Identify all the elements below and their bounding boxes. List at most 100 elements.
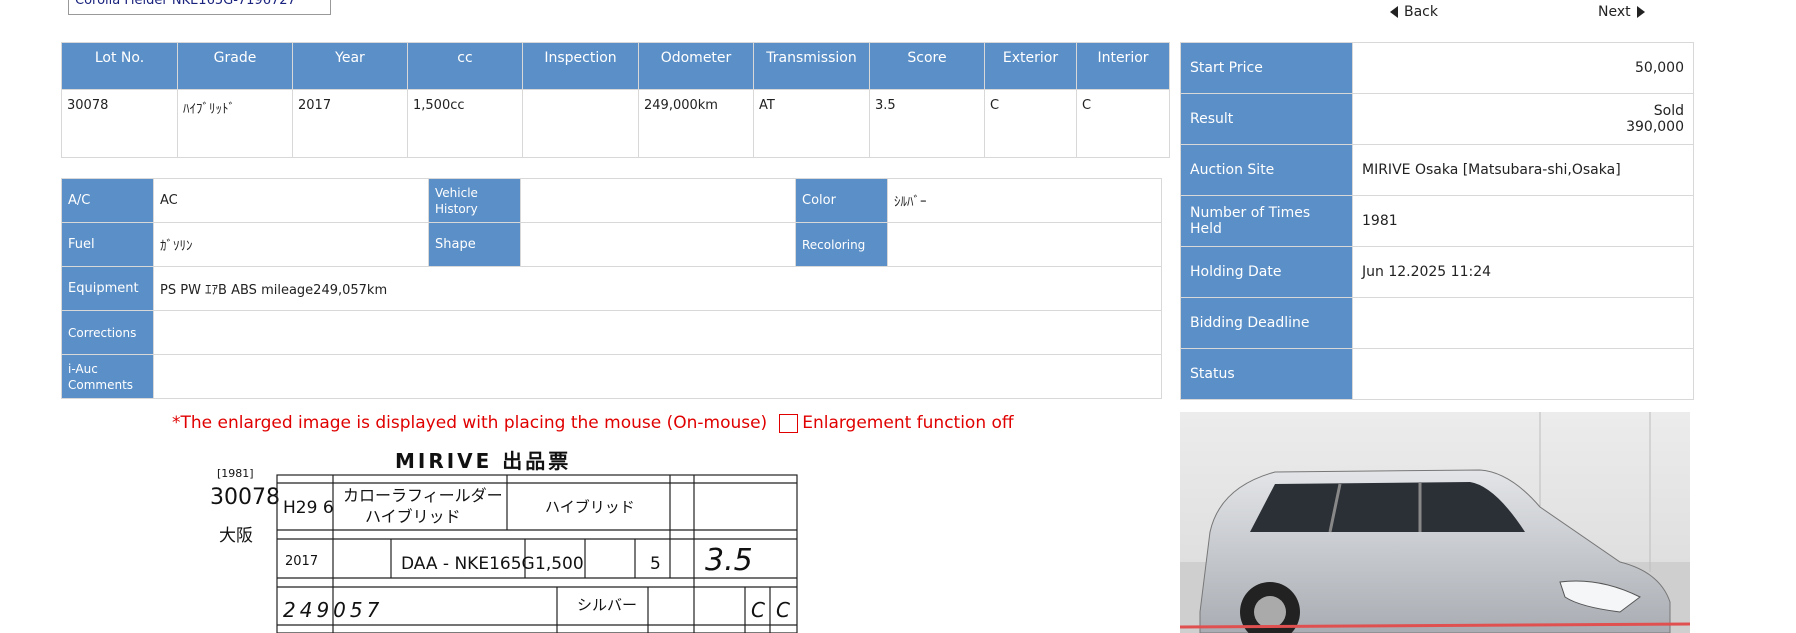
back-arrow-icon bbox=[1390, 6, 1398, 18]
color-value: ｼﾙﾊﾞｰ bbox=[887, 178, 1162, 223]
info-row: Bidding Deadline bbox=[1180, 297, 1694, 349]
result-label: Result bbox=[1180, 93, 1353, 145]
back-button[interactable]: Back bbox=[1390, 4, 1438, 20]
recoloring-value bbox=[887, 222, 1162, 267]
transmission-value: AT bbox=[753, 89, 870, 158]
info-row: Start Price 50,000 bbox=[1180, 42, 1694, 94]
sheet-header: MIRIVE 出品票 bbox=[395, 449, 571, 473]
cc-value: 1,500cc bbox=[407, 89, 523, 158]
year-value: 2017 bbox=[292, 89, 408, 158]
sheet-registration: H29 6 bbox=[283, 498, 334, 518]
corrections-label: Corrections bbox=[61, 310, 154, 355]
col-inspection: Inspection bbox=[522, 42, 639, 90]
score-value: 3.5 bbox=[869, 89, 985, 158]
spec-header-row: Lot No. Grade Year cc Inspection Odomete… bbox=[61, 42, 1170, 90]
auction-sheet-drawing: MIRIVE 出品票 [1981] 30078 大阪 H29 6 カローラフィー… bbox=[205, 445, 805, 633]
times-held-label: Number of Times Held bbox=[1180, 195, 1353, 247]
auction-sheet-image[interactable]: MIRIVE 出品票 [1981] 30078 大阪 H29 6 カローラフィー… bbox=[205, 445, 805, 633]
sheet-mileage: 249057 bbox=[283, 598, 383, 622]
spec-value-row: 30078 ﾊｲﾌﾞﾘｯﾄﾞ 2017 1,500cc 249,000km AT… bbox=[61, 89, 1170, 158]
next-label: Next bbox=[1598, 4, 1631, 20]
sheet-interior: C bbox=[776, 598, 790, 622]
info-row: Number of Times Held 1981 bbox=[1180, 195, 1694, 247]
detail-row: A/C AC Vehicle History Color ｼﾙﾊﾞｰ bbox=[61, 178, 1162, 223]
sheet-lot: 30078 bbox=[210, 485, 280, 510]
comments-value bbox=[153, 354, 1162, 399]
sheet-year: 2017 bbox=[285, 554, 318, 569]
shape-value bbox=[520, 222, 796, 267]
recoloring-label: Recoloring bbox=[795, 222, 888, 267]
enlargement-off-label[interactable]: Enlargement function off bbox=[802, 413, 1013, 433]
col-transmission: Transmission bbox=[753, 42, 870, 90]
info-row: Holding Date Jun 12.2025 11:24 bbox=[1180, 246, 1694, 298]
detail-row: i-Auc Comments bbox=[61, 354, 1162, 399]
bidding-deadline-label: Bidding Deadline bbox=[1180, 297, 1353, 349]
grade-value: ﾊｲﾌﾞﾘｯﾄﾞ bbox=[177, 89, 293, 158]
bidding-deadline-value bbox=[1352, 297, 1694, 349]
fuel-value: ｶﾞｿﾘﾝ bbox=[153, 222, 429, 267]
info-row: Result Sold 390,000 bbox=[1180, 93, 1694, 145]
color-label: Color bbox=[795, 178, 888, 223]
car-photo-drawing bbox=[1180, 412, 1690, 633]
sheet-exterior: C bbox=[751, 598, 765, 622]
next-button[interactable]: Next bbox=[1598, 4, 1645, 20]
exterior-value: C bbox=[984, 89, 1077, 158]
status-label: Status bbox=[1180, 348, 1353, 400]
back-label: Back bbox=[1404, 4, 1438, 20]
enlarge-notice-text: *The enlarged image is displayed with pl… bbox=[172, 413, 768, 433]
sheet-model-code: DAA - NKE165G bbox=[401, 554, 535, 574]
start-price-label: Start Price bbox=[1180, 42, 1353, 94]
equipment-value: PS PW ｴｱB ABS mileage249,057km bbox=[153, 266, 1162, 311]
sheet-grade: ハイブリッド bbox=[545, 498, 635, 516]
ac-label: A/C bbox=[61, 178, 154, 223]
sheet-location: 大阪 bbox=[219, 526, 253, 546]
equipment-label: Equipment bbox=[61, 266, 154, 311]
auction-site-label: Auction Site bbox=[1180, 144, 1353, 196]
sheet-session: [1981] bbox=[217, 467, 254, 480]
result-value: Sold 390,000 bbox=[1352, 93, 1694, 145]
inspection-value bbox=[522, 89, 639, 158]
lot-no-value: 30078 bbox=[61, 89, 178, 158]
sheet-seats: 5 bbox=[650, 554, 661, 574]
sheet-cc: 1,500 bbox=[535, 554, 584, 574]
status-value bbox=[1352, 348, 1694, 400]
shape-label: Shape bbox=[428, 222, 521, 267]
col-year: Year bbox=[292, 42, 408, 90]
col-odometer: Odometer bbox=[638, 42, 754, 90]
next-arrow-icon bbox=[1636, 6, 1645, 18]
sheet-score: 3.5 bbox=[705, 543, 753, 578]
result-status: Sold bbox=[1653, 103, 1684, 119]
history-value bbox=[520, 178, 796, 223]
holding-date-value: Jun 12.2025 11:24 bbox=[1352, 246, 1694, 298]
times-held-value: 1981 bbox=[1352, 195, 1694, 247]
detail-row: Fuel ｶﾞｿﾘﾝ Shape Recoloring bbox=[61, 222, 1162, 267]
auction-site-value: MIRIVE Osaka [Matsubara-shi,Osaka] bbox=[1352, 144, 1694, 196]
detail-row: Corrections bbox=[61, 310, 1162, 355]
info-row: Status bbox=[1180, 348, 1694, 400]
sheet-model-sub: ハイブリッド bbox=[365, 507, 461, 526]
col-exterior: Exterior bbox=[984, 42, 1077, 90]
start-price-value: 50,000 bbox=[1352, 42, 1694, 94]
enlargement-off-checkbox[interactable] bbox=[779, 413, 799, 433]
vehicle-title: Corolla Fielder NKE165G-7196727 bbox=[68, 0, 331, 15]
sheet-model-name: カローラフィールダー bbox=[343, 486, 503, 505]
result-price: 390,000 bbox=[1626, 119, 1684, 135]
col-interior: Interior bbox=[1076, 42, 1170, 90]
fuel-label: Fuel bbox=[61, 222, 154, 267]
col-lot-no: Lot No. bbox=[61, 42, 178, 90]
enlarge-notice: *The enlarged image is displayed with pl… bbox=[172, 413, 1014, 433]
sheet-color: シルバー bbox=[577, 596, 637, 614]
interior-value: C bbox=[1076, 89, 1170, 158]
col-grade: Grade bbox=[177, 42, 293, 90]
holding-date-label: Holding Date bbox=[1180, 246, 1353, 298]
corrections-value bbox=[153, 310, 1162, 355]
ac-value: AC bbox=[153, 178, 429, 223]
info-row: Auction Site MIRIVE Osaka [Matsubara-shi… bbox=[1180, 144, 1694, 196]
col-cc: cc bbox=[407, 42, 523, 90]
car-photo[interactable] bbox=[1180, 412, 1690, 633]
detail-row: Equipment PS PW ｴｱB ABS mileage249,057km bbox=[61, 266, 1162, 311]
history-label: Vehicle History bbox=[428, 178, 521, 223]
auction-info-table: Start Price 50,000 Result Sold 390,000 A… bbox=[1180, 42, 1694, 400]
col-score: Score bbox=[869, 42, 985, 90]
comments-label: i-Auc Comments bbox=[61, 354, 154, 399]
